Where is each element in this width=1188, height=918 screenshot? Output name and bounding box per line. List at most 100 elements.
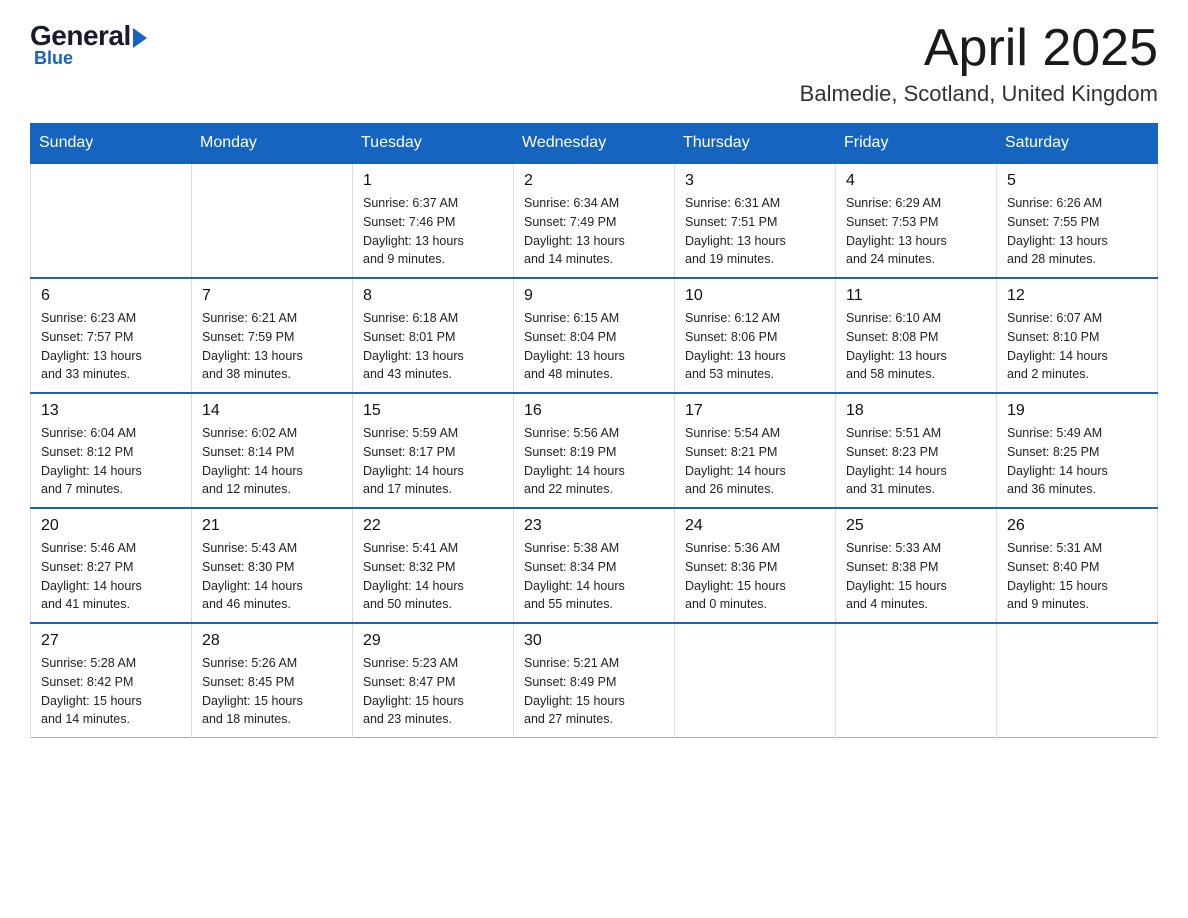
day-info: Sunrise: 5:26 AMSunset: 8:45 PMDaylight:…	[202, 654, 342, 729]
day-number: 6	[41, 287, 181, 305]
day-info: Sunrise: 5:28 AMSunset: 8:42 PMDaylight:…	[41, 654, 181, 729]
day-info: Sunrise: 6:02 AMSunset: 8:14 PMDaylight:…	[202, 424, 342, 499]
calendar-day-22: 22Sunrise: 5:41 AMSunset: 8:32 PMDayligh…	[353, 508, 514, 623]
day-info: Sunrise: 6:29 AMSunset: 7:53 PMDaylight:…	[846, 194, 986, 269]
calendar-day-4: 4 Sunrise: 6:29 AMSunset: 7:53 PMDaylight…	[836, 163, 997, 278]
day-number: 15	[363, 402, 503, 420]
calendar-day-8: 8Sunrise: 6:18 AMSunset: 8:01 PMDaylight…	[353, 278, 514, 393]
calendar-day-28: 28 Sunrise: 5:26 AMSunset: 8:45 PMDayligh…	[192, 623, 353, 738]
day-info: Sunrise: 6:37 AMSunset: 7:46 PMDaylight:…	[363, 194, 503, 269]
calendar-empty-cell	[675, 623, 836, 738]
day-number: 1	[363, 172, 503, 190]
title-block: April 2025 Balmedie, Scotland, United Ki…	[800, 20, 1158, 107]
calendar-week-row: 20 Sunrise: 5:46 AMSunset: 8:27 PMDayligh…	[31, 508, 1158, 623]
day-info: Sunrise: 6:26 AMSunset: 7:55 PMDaylight:…	[1007, 194, 1147, 269]
calendar-day-25: 25 Sunrise: 5:33 AMSunset: 8:38 PMDayligh…	[836, 508, 997, 623]
day-info: Sunrise: 5:56 AMSunset: 8:19 PMDaylight:…	[524, 424, 664, 499]
day-info: Sunrise: 6:07 AMSunset: 8:10 PMDaylight:…	[1007, 309, 1147, 384]
day-number: 9	[524, 287, 664, 305]
calendar-day-3: 3 Sunrise: 6:31 AMSunset: 7:51 PMDaylight…	[675, 163, 836, 278]
calendar-day-6: 6 Sunrise: 6:23 AMSunset: 7:57 PMDaylight…	[31, 278, 192, 393]
day-number: 4	[846, 172, 986, 190]
weekday-header-sunday: Sunday	[31, 124, 192, 164]
day-info: Sunrise: 5:33 AMSunset: 8:38 PMDaylight:…	[846, 539, 986, 614]
calendar-day-19: 19 Sunrise: 5:49 AMSunset: 8:25 PMDayligh…	[997, 393, 1158, 508]
calendar-day-18: 18 Sunrise: 5:51 AMSunset: 8:23 PMDayligh…	[836, 393, 997, 508]
calendar-day-5: 5Sunrise: 6:26 AMSunset: 7:55 PMDaylight…	[997, 163, 1158, 278]
calendar-day-30: 30 Sunrise: 5:21 AMSunset: 8:49 PMDayligh…	[514, 623, 675, 738]
calendar-day-26: 26 Sunrise: 5:31 AMSunset: 8:40 PMDayligh…	[997, 508, 1158, 623]
day-number: 14	[202, 402, 342, 420]
day-number: 28	[202, 632, 342, 650]
day-info: Sunrise: 6:12 AMSunset: 8:06 PMDaylight:…	[685, 309, 825, 384]
day-number: 21	[202, 517, 342, 535]
calendar-day-2: 2 Sunrise: 6:34 AMSunset: 7:49 PMDaylight…	[514, 163, 675, 278]
calendar-empty-cell	[997, 623, 1158, 738]
day-number: 19	[1007, 402, 1147, 420]
day-number: 2	[524, 172, 664, 190]
calendar-week-row: 1 Sunrise: 6:37 AMSunset: 7:46 PMDaylight…	[31, 163, 1158, 278]
day-number: 12	[1007, 287, 1147, 305]
day-number: 13	[41, 402, 181, 420]
day-number: 25	[846, 517, 986, 535]
day-info: Sunrise: 6:34 AMSunset: 7:49 PMDaylight:…	[524, 194, 664, 269]
day-number: 3	[685, 172, 825, 190]
day-number: 16	[524, 402, 664, 420]
calendar-day-17: 17 Sunrise: 5:54 AMSunset: 8:21 PMDayligh…	[675, 393, 836, 508]
day-info: Sunrise: 6:23 AMSunset: 7:57 PMDaylight:…	[41, 309, 181, 384]
day-info: Sunrise: 5:43 AMSunset: 8:30 PMDaylight:…	[202, 539, 342, 614]
weekday-header-monday: Monday	[192, 124, 353, 164]
month-title: April 2025	[800, 20, 1158, 77]
calendar-table: SundayMondayTuesdayWednesdayThursdayFrid…	[30, 123, 1158, 738]
day-info: Sunrise: 6:31 AMSunset: 7:51 PMDaylight:…	[685, 194, 825, 269]
day-info: Sunrise: 5:46 AMSunset: 8:27 PMDaylight:…	[41, 539, 181, 614]
day-info: Sunrise: 6:10 AMSunset: 8:08 PMDaylight:…	[846, 309, 986, 384]
day-number: 8	[363, 287, 503, 305]
calendar-day-7: 7Sunrise: 6:21 AMSunset: 7:59 PMDaylight…	[192, 278, 353, 393]
day-info: Sunrise: 5:21 AMSunset: 8:49 PMDaylight:…	[524, 654, 664, 729]
logo: General Blue	[30, 20, 147, 69]
day-number: 27	[41, 632, 181, 650]
page-header: General Blue April 2025 Balmedie, Scotla…	[30, 20, 1158, 107]
logo-triangle-icon	[133, 28, 147, 48]
day-number: 11	[846, 287, 986, 305]
calendar-day-29: 29 Sunrise: 5:23 AMSunset: 8:47 PMDayligh…	[353, 623, 514, 738]
day-number: 26	[1007, 517, 1147, 535]
day-number: 10	[685, 287, 825, 305]
day-number: 18	[846, 402, 986, 420]
day-info: Sunrise: 5:36 AMSunset: 8:36 PMDaylight:…	[685, 539, 825, 614]
day-info: Sunrise: 5:49 AMSunset: 8:25 PMDaylight:…	[1007, 424, 1147, 499]
location-title: Balmedie, Scotland, United Kingdom	[800, 81, 1158, 107]
day-info: Sunrise: 5:59 AMSunset: 8:17 PMDaylight:…	[363, 424, 503, 499]
calendar-day-9: 9 Sunrise: 6:15 AMSunset: 8:04 PMDaylight…	[514, 278, 675, 393]
day-number: 17	[685, 402, 825, 420]
day-number: 29	[363, 632, 503, 650]
day-number: 7	[202, 287, 342, 305]
day-info: Sunrise: 5:38 AMSunset: 8:34 PMDaylight:…	[524, 539, 664, 614]
calendar-week-row: 6 Sunrise: 6:23 AMSunset: 7:57 PMDaylight…	[31, 278, 1158, 393]
calendar-day-12: 12 Sunrise: 6:07 AMSunset: 8:10 PMDayligh…	[997, 278, 1158, 393]
weekday-header-saturday: Saturday	[997, 124, 1158, 164]
day-info: Sunrise: 5:31 AMSunset: 8:40 PMDaylight:…	[1007, 539, 1147, 614]
weekday-header-friday: Friday	[836, 124, 997, 164]
calendar-day-27: 27 Sunrise: 5:28 AMSunset: 8:42 PMDayligh…	[31, 623, 192, 738]
calendar-day-20: 20 Sunrise: 5:46 AMSunset: 8:27 PMDayligh…	[31, 508, 192, 623]
day-info: Sunrise: 5:41 AMSunset: 8:32 PMDaylight:…	[363, 539, 503, 614]
day-info: Sunrise: 6:15 AMSunset: 8:04 PMDaylight:…	[524, 309, 664, 384]
calendar-day-15: 15 Sunrise: 5:59 AMSunset: 8:17 PMDayligh…	[353, 393, 514, 508]
calendar-day-23: 23Sunrise: 5:38 AMSunset: 8:34 PMDayligh…	[514, 508, 675, 623]
calendar-day-1: 1 Sunrise: 6:37 AMSunset: 7:46 PMDaylight…	[353, 163, 514, 278]
day-number: 20	[41, 517, 181, 535]
weekday-header-thursday: Thursday	[675, 124, 836, 164]
day-info: Sunrise: 5:23 AMSunset: 8:47 PMDaylight:…	[363, 654, 503, 729]
day-info: Sunrise: 5:54 AMSunset: 8:21 PMDaylight:…	[685, 424, 825, 499]
day-info: Sunrise: 6:04 AMSunset: 8:12 PMDaylight:…	[41, 424, 181, 499]
calendar-day-14: 14 Sunrise: 6:02 AMSunset: 8:14 PMDayligh…	[192, 393, 353, 508]
weekday-header-tuesday: Tuesday	[353, 124, 514, 164]
day-info: Sunrise: 5:51 AMSunset: 8:23 PMDaylight:…	[846, 424, 986, 499]
calendar-week-row: 27 Sunrise: 5:28 AMSunset: 8:42 PMDayligh…	[31, 623, 1158, 738]
calendar-empty-cell	[192, 163, 353, 278]
day-number: 30	[524, 632, 664, 650]
calendar-day-10: 10 Sunrise: 6:12 AMSunset: 8:06 PMDayligh…	[675, 278, 836, 393]
weekday-header-wednesday: Wednesday	[514, 124, 675, 164]
